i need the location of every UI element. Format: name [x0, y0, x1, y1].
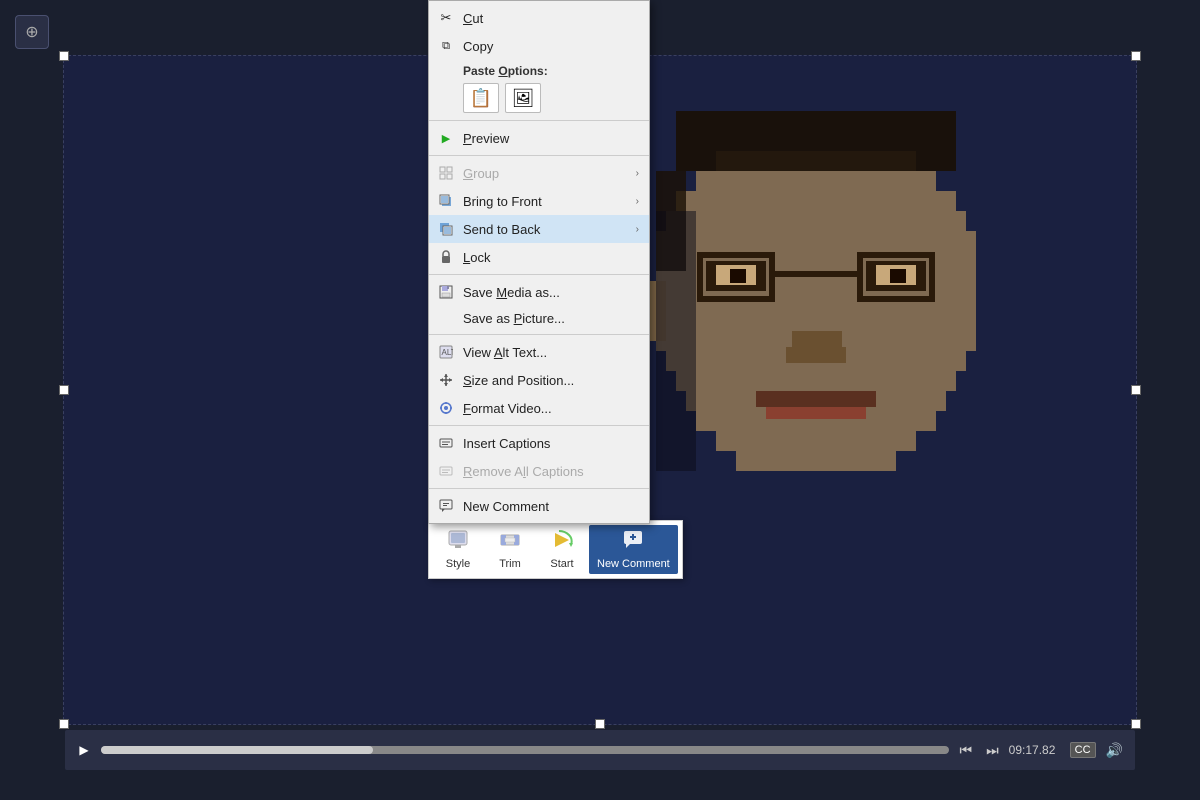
lock-icon	[437, 248, 455, 266]
menu-item-copy[interactable]: ⧉ Copy	[429, 32, 649, 60]
group-icon	[437, 164, 455, 182]
bring-to-front-icon	[437, 192, 455, 210]
time-display: 09:17.82	[1009, 743, 1064, 757]
menu-item-save-picture[interactable]: Save as Picture...	[429, 306, 649, 331]
handle-ml[interactable]	[59, 385, 69, 395]
menu-item-group[interactable]: Group ›	[429, 159, 649, 187]
paste-options-label: Paste Options:	[429, 60, 649, 79]
paste-icon-1[interactable]: 📋	[463, 83, 499, 113]
new-comment-icon	[437, 497, 455, 515]
separator-5	[429, 425, 649, 426]
separator-6	[429, 488, 649, 489]
insert-captions-label: Insert Captions	[463, 436, 639, 451]
handle-bm[interactable]	[595, 719, 605, 729]
handle-br[interactable]	[1131, 719, 1141, 729]
style-button[interactable]: Style	[433, 525, 483, 574]
accessibility-icon[interactable]: ⊕	[15, 15, 49, 49]
cut-label: Cut	[463, 11, 639, 26]
separator-3	[429, 274, 649, 275]
separator-1	[429, 120, 649, 121]
copy-label: Copy	[463, 39, 639, 54]
progress-bar[interactable]	[101, 746, 949, 754]
size-position-icon	[437, 371, 455, 389]
controls-right: ⏮ ⏭ 09:17.82 CC 🔊	[955, 740, 1127, 761]
video-controls-bar: ▶ ⏮ ⏭ 09:17.82 CC 🔊	[65, 730, 1135, 770]
paste-icon-2[interactable]: 🖼	[505, 83, 541, 113]
style-icon	[447, 529, 469, 556]
svg-text:ALT: ALT	[442, 348, 454, 357]
menu-item-send-to-back[interactable]: Send to Back ›	[429, 215, 649, 243]
menu-item-cut[interactable]: ✂ Cut	[429, 4, 649, 32]
new-comment-toolbar-button[interactable]: New Comment	[589, 525, 678, 574]
start-button[interactable]: Start	[537, 525, 587, 574]
new-comment-toolbar-icon	[622, 529, 644, 556]
cc-button[interactable]: CC	[1070, 742, 1096, 758]
separator-2	[429, 155, 649, 156]
handle-mr[interactable]	[1131, 385, 1141, 395]
menu-item-size-position[interactable]: Size and Position...	[429, 366, 649, 394]
start-icon	[551, 529, 573, 556]
insert-captions-icon	[437, 434, 455, 452]
preview-icon: ▶	[437, 129, 455, 147]
toolbar-strip: Style Trim Start	[428, 520, 683, 579]
format-video-icon	[437, 399, 455, 417]
send-to-back-label: Send to Back	[463, 222, 628, 237]
view-alt-text-icon: ALT	[437, 343, 455, 361]
group-arrow: ›	[636, 168, 639, 179]
remove-captions-label: Remove All Captions	[463, 464, 639, 479]
cut-icon: ✂	[437, 9, 455, 27]
menu-item-preview[interactable]: ▶ Preview	[429, 124, 649, 152]
handle-bl[interactable]	[59, 719, 69, 729]
send-to-back-icon	[437, 220, 455, 238]
trim-button[interactable]: Trim	[485, 525, 535, 574]
view-alt-text-label: View Alt Text...	[463, 345, 639, 360]
bring-to-front-arrow: ›	[636, 196, 639, 207]
new-comment-toolbar-label: New Comment	[597, 558, 670, 570]
lock-label: Lock	[463, 250, 639, 265]
menu-item-view-alt-text[interactable]: ALT View Alt Text...	[429, 338, 649, 366]
progress-fill	[101, 746, 373, 754]
start-label: Start	[550, 558, 573, 570]
size-position-label: Size and Position...	[463, 373, 639, 388]
menu-item-remove-captions[interactable]: Remove All Captions	[429, 457, 649, 485]
trim-label: Trim	[499, 558, 521, 570]
save-media-label: Save Media as...	[463, 285, 639, 300]
menu-item-insert-captions[interactable]: Insert Captions	[429, 429, 649, 457]
bring-to-front-label: Bring to Front	[463, 194, 628, 209]
play-button[interactable]: ▶	[73, 739, 95, 761]
format-video-label: Format Video...	[463, 401, 639, 416]
volume-button[interactable]: 🔊	[1102, 740, 1127, 761]
save-picture-label: Save as Picture...	[463, 311, 639, 326]
trim-icon	[499, 529, 521, 556]
save-media-icon	[437, 283, 455, 301]
next-frame-button[interactable]: ⏭	[982, 740, 1003, 761]
menu-item-new-comment[interactable]: New Comment	[429, 492, 649, 520]
remove-captions-icon	[437, 462, 455, 480]
menu-item-bring-to-front[interactable]: Bring to Front ›	[429, 187, 649, 215]
context-menu: ✂ Cut ⧉ Copy Paste Options: 📋 🖼 ▶ Previe…	[428, 0, 650, 524]
separator-4	[429, 334, 649, 335]
copy-icon: ⧉	[437, 37, 455, 55]
handle-tl[interactable]	[59, 51, 69, 61]
handle-tr[interactable]	[1131, 51, 1141, 61]
menu-item-lock[interactable]: Lock	[429, 243, 649, 271]
style-label: Style	[446, 558, 470, 570]
new-comment-label: New Comment	[463, 499, 639, 514]
group-label: Group	[463, 166, 628, 181]
menu-item-save-media[interactable]: Save Media as...	[429, 278, 649, 306]
send-to-back-arrow: ›	[636, 224, 639, 235]
preview-label: Preview	[463, 131, 639, 146]
menu-item-format-video[interactable]: Format Video...	[429, 394, 649, 422]
paste-options-row: 📋 🖼	[429, 79, 649, 117]
prev-frame-button[interactable]: ⏮	[955, 740, 976, 761]
